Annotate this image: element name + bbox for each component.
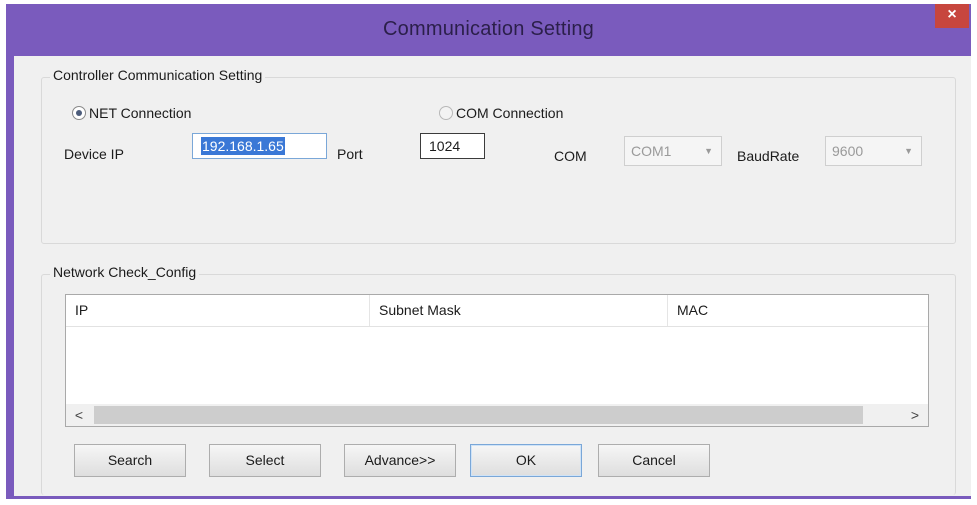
net-radio-indicator[interactable]	[72, 106, 86, 120]
port-value: 1024	[429, 138, 461, 154]
controller-communication-group	[41, 77, 956, 244]
search-button[interactable]: Search	[74, 444, 186, 477]
com-radio-indicator[interactable]	[439, 106, 453, 120]
column-header-subnet-mask[interactable]: Subnet Mask	[370, 295, 668, 326]
dialog-client-area: Controller Communication Setting NET Con…	[14, 56, 971, 496]
com-port-select[interactable]: COM1 ▼	[624, 136, 722, 166]
close-icon: ×	[947, 6, 957, 23]
baudrate-value: 9600	[832, 143, 864, 159]
com-port-value: COM1	[631, 143, 672, 159]
baudrate-select[interactable]: 9600 ▼	[825, 136, 922, 166]
window-title: Communication Setting	[383, 18, 594, 40]
column-header-mac[interactable]: MAC	[668, 295, 928, 326]
cancel-button[interactable]: Cancel	[598, 444, 710, 477]
horizontal-scrollbar[interactable]: < >	[66, 404, 928, 426]
device-ip-value: 192.168.1.65	[201, 137, 285, 155]
device-ip-input[interactable]: 192.168.1.65	[192, 133, 327, 159]
controller-group-title: Controller Communication Setting	[50, 67, 266, 83]
device-ip-label: Device IP	[64, 146, 124, 162]
port-input[interactable]: 1024	[420, 133, 485, 159]
net-connection-label: NET Connection	[89, 105, 192, 121]
com-connection-label: COM Connection	[456, 105, 564, 121]
advance-button[interactable]: Advance>>	[344, 444, 456, 477]
dropdown-chevron-icon: ▼	[704, 146, 713, 156]
title-bar[interactable]: Communication Setting ×	[6, 4, 971, 56]
scroll-left-icon[interactable]: <	[66, 404, 92, 426]
scroll-thumb[interactable]	[94, 406, 863, 424]
com-connection-radio[interactable]: COM Connection	[439, 105, 563, 121]
dropdown-chevron-icon: ▼	[904, 146, 913, 156]
network-group-title: Network Check_Config	[50, 264, 200, 280]
com-label: COM	[554, 148, 587, 164]
ok-button[interactable]: OK	[470, 444, 582, 477]
select-button[interactable]: Select	[209, 444, 321, 477]
list-header: IP Subnet Mask MAC	[66, 295, 928, 327]
net-connection-radio[interactable]: NET Connection	[72, 105, 191, 121]
close-button[interactable]: ×	[935, 4, 969, 28]
port-label: Port	[337, 146, 363, 162]
scroll-right-icon[interactable]: >	[902, 404, 928, 426]
column-header-ip[interactable]: IP	[66, 295, 370, 326]
baudrate-label: BaudRate	[737, 148, 800, 164]
communication-setting-window: Communication Setting × Controller Commu…	[6, 4, 971, 499]
network-device-list[interactable]: IP Subnet Mask MAC < >	[65, 294, 929, 427]
